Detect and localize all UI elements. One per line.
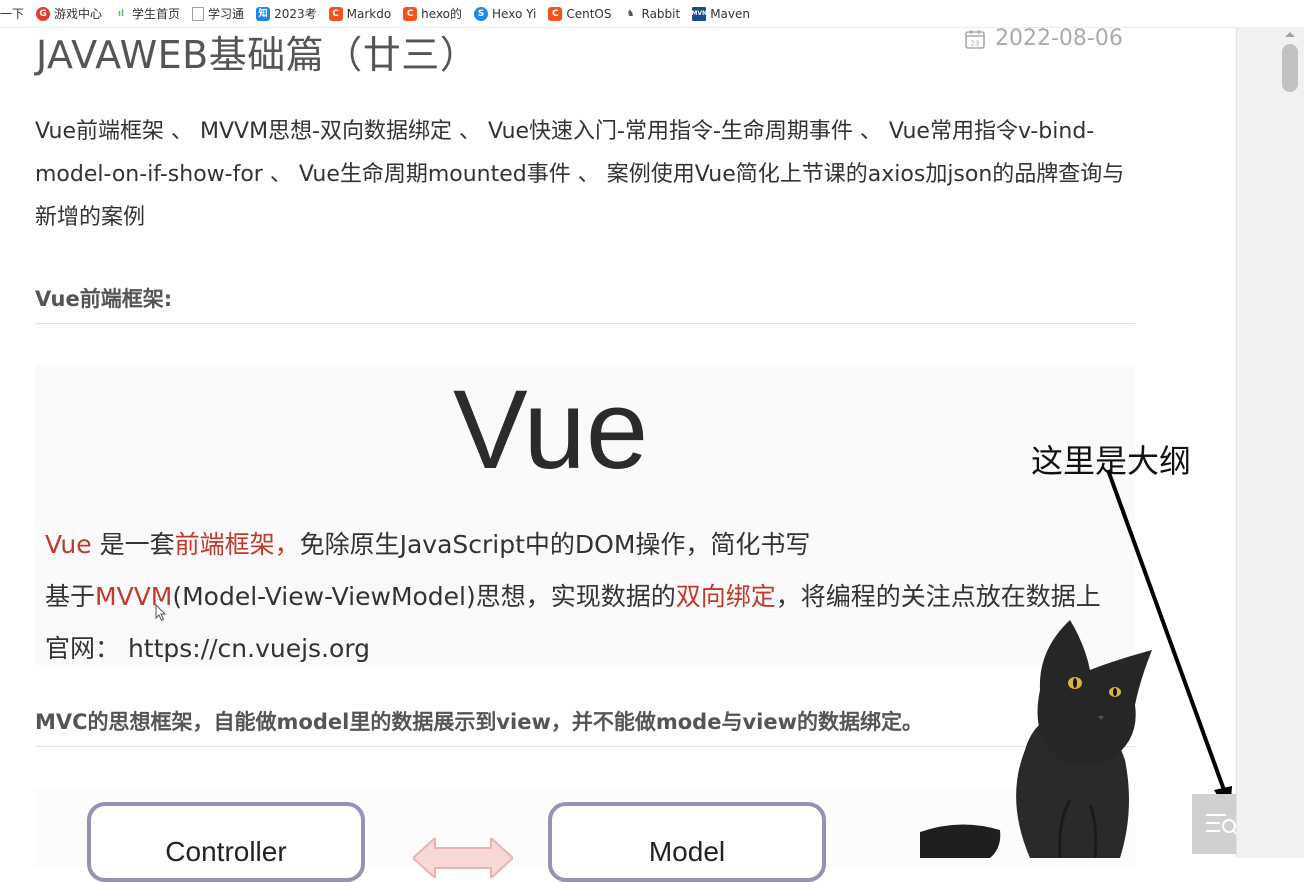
- slide-text: 基于: [45, 582, 96, 611]
- bookmark-label: Rabbit: [641, 6, 681, 21]
- slide-text: 双向绑定: [675, 582, 776, 611]
- bookmark-overflow-label[interactable]: 一下: [0, 5, 24, 22]
- vue-logo-text: Vue: [453, 367, 649, 492]
- slide-line-2: 基于MVVM(Model-View-ViewModel)思想，实现数据的双向绑定…: [45, 577, 1101, 613]
- csdn-icon: C: [548, 6, 563, 21]
- bookmark-item[interactable]: Chexo的: [403, 5, 462, 22]
- slide-text: 前端框架，: [174, 530, 300, 559]
- bookmark-label: 学生首页: [132, 7, 181, 21]
- csdn-icon: C: [403, 6, 418, 21]
- scrollbar-thumb[interactable]: [1282, 44, 1298, 92]
- mvn-icon: MVN: [691, 6, 707, 21]
- scroll-up-arrow-icon[interactable]: [1282, 28, 1298, 40]
- model-box: Model: [548, 802, 826, 882]
- calendar-icon: 23: [965, 29, 985, 49]
- rabbit-icon: ♞: [626, 8, 635, 19]
- bookmark-label: Maven: [710, 6, 750, 21]
- slide-line-1: Vue 是一套前端框架，免除原生JavaScript中的DOM操作，简化书写: [45, 525, 810, 561]
- bookmark-label: 游戏中心: [54, 7, 103, 21]
- bookmark-label: Hexo Yi: [492, 6, 537, 21]
- page-icon: [192, 6, 205, 21]
- mouse-cursor-icon: [155, 604, 167, 622]
- outline-list-search-icon: [1206, 814, 1239, 837]
- bookmark-item[interactable]: S Hexo Yi: [474, 6, 537, 21]
- post-summary: Vue前端框架 、 MVVM思想-双向数据绑定 、 Vue快速入门-常用指令-生…: [35, 119, 1125, 230]
- signal-bars-icon: ıl: [117, 8, 125, 19]
- bookmark-label: hexo的: [421, 7, 463, 21]
- bookmark-item[interactable]: 学习通: [192, 5, 244, 22]
- controller-box: Controller: [87, 802, 365, 882]
- section-heading-vue: Vue前端框架:: [35, 283, 1135, 324]
- csdn-icon: C: [328, 6, 343, 21]
- s-icon: S: [474, 6, 489, 21]
- zhihu-icon: 知: [256, 6, 271, 21]
- post-date-text: 2022-08-06: [995, 26, 1123, 51]
- slide-text: (Model-View-ViewModel)思想，实现数据的: [172, 582, 676, 611]
- svg-text:23: 23: [971, 39, 980, 47]
- slide-text: 是一套: [91, 530, 175, 559]
- bookmark-label: CentOS: [566, 6, 612, 21]
- post-title: JAVAWEB基础篇（廿三）: [36, 33, 479, 77]
- bookmark-label: 2023考: [274, 7, 317, 21]
- bookmark-label: Markdo: [346, 6, 392, 21]
- slide-text: Vue: [45, 530, 92, 559]
- post-date: 23 2022-08-06: [965, 26, 1123, 51]
- slide-text: ，将编程的关注点放在数据上: [775, 582, 1101, 611]
- game-center-icon: G: [36, 6, 51, 21]
- bookmark-item[interactable]: C Markdo: [328, 6, 392, 21]
- bookmark-item[interactable]: MVN Maven: [691, 6, 750, 21]
- bookmark-item[interactable]: C CentOS: [548, 6, 612, 21]
- bookmark-item[interactable]: G 游戏中心: [36, 5, 102, 22]
- slide-line-3: 官网： https://cn.vuejs.org: [45, 634, 371, 663]
- bookmark-label: 学习通: [208, 7, 245, 21]
- scrollbar-track[interactable]: [1236, 27, 1304, 858]
- bookmark-item[interactable]: ıl 学生首页: [114, 5, 180, 22]
- bookmark-item[interactable]: 知 2023考: [256, 5, 317, 22]
- bookmark-item[interactable]: ♞ Rabbit: [624, 6, 681, 21]
- annotation-label: 这里是大纲: [1031, 442, 1192, 480]
- black-cat-pet-icon[interactable]: [920, 620, 1160, 858]
- double-arrow-icon: [413, 838, 513, 878]
- slide-text: 免除原生JavaScript中的DOM操作，简化书写: [299, 530, 811, 559]
